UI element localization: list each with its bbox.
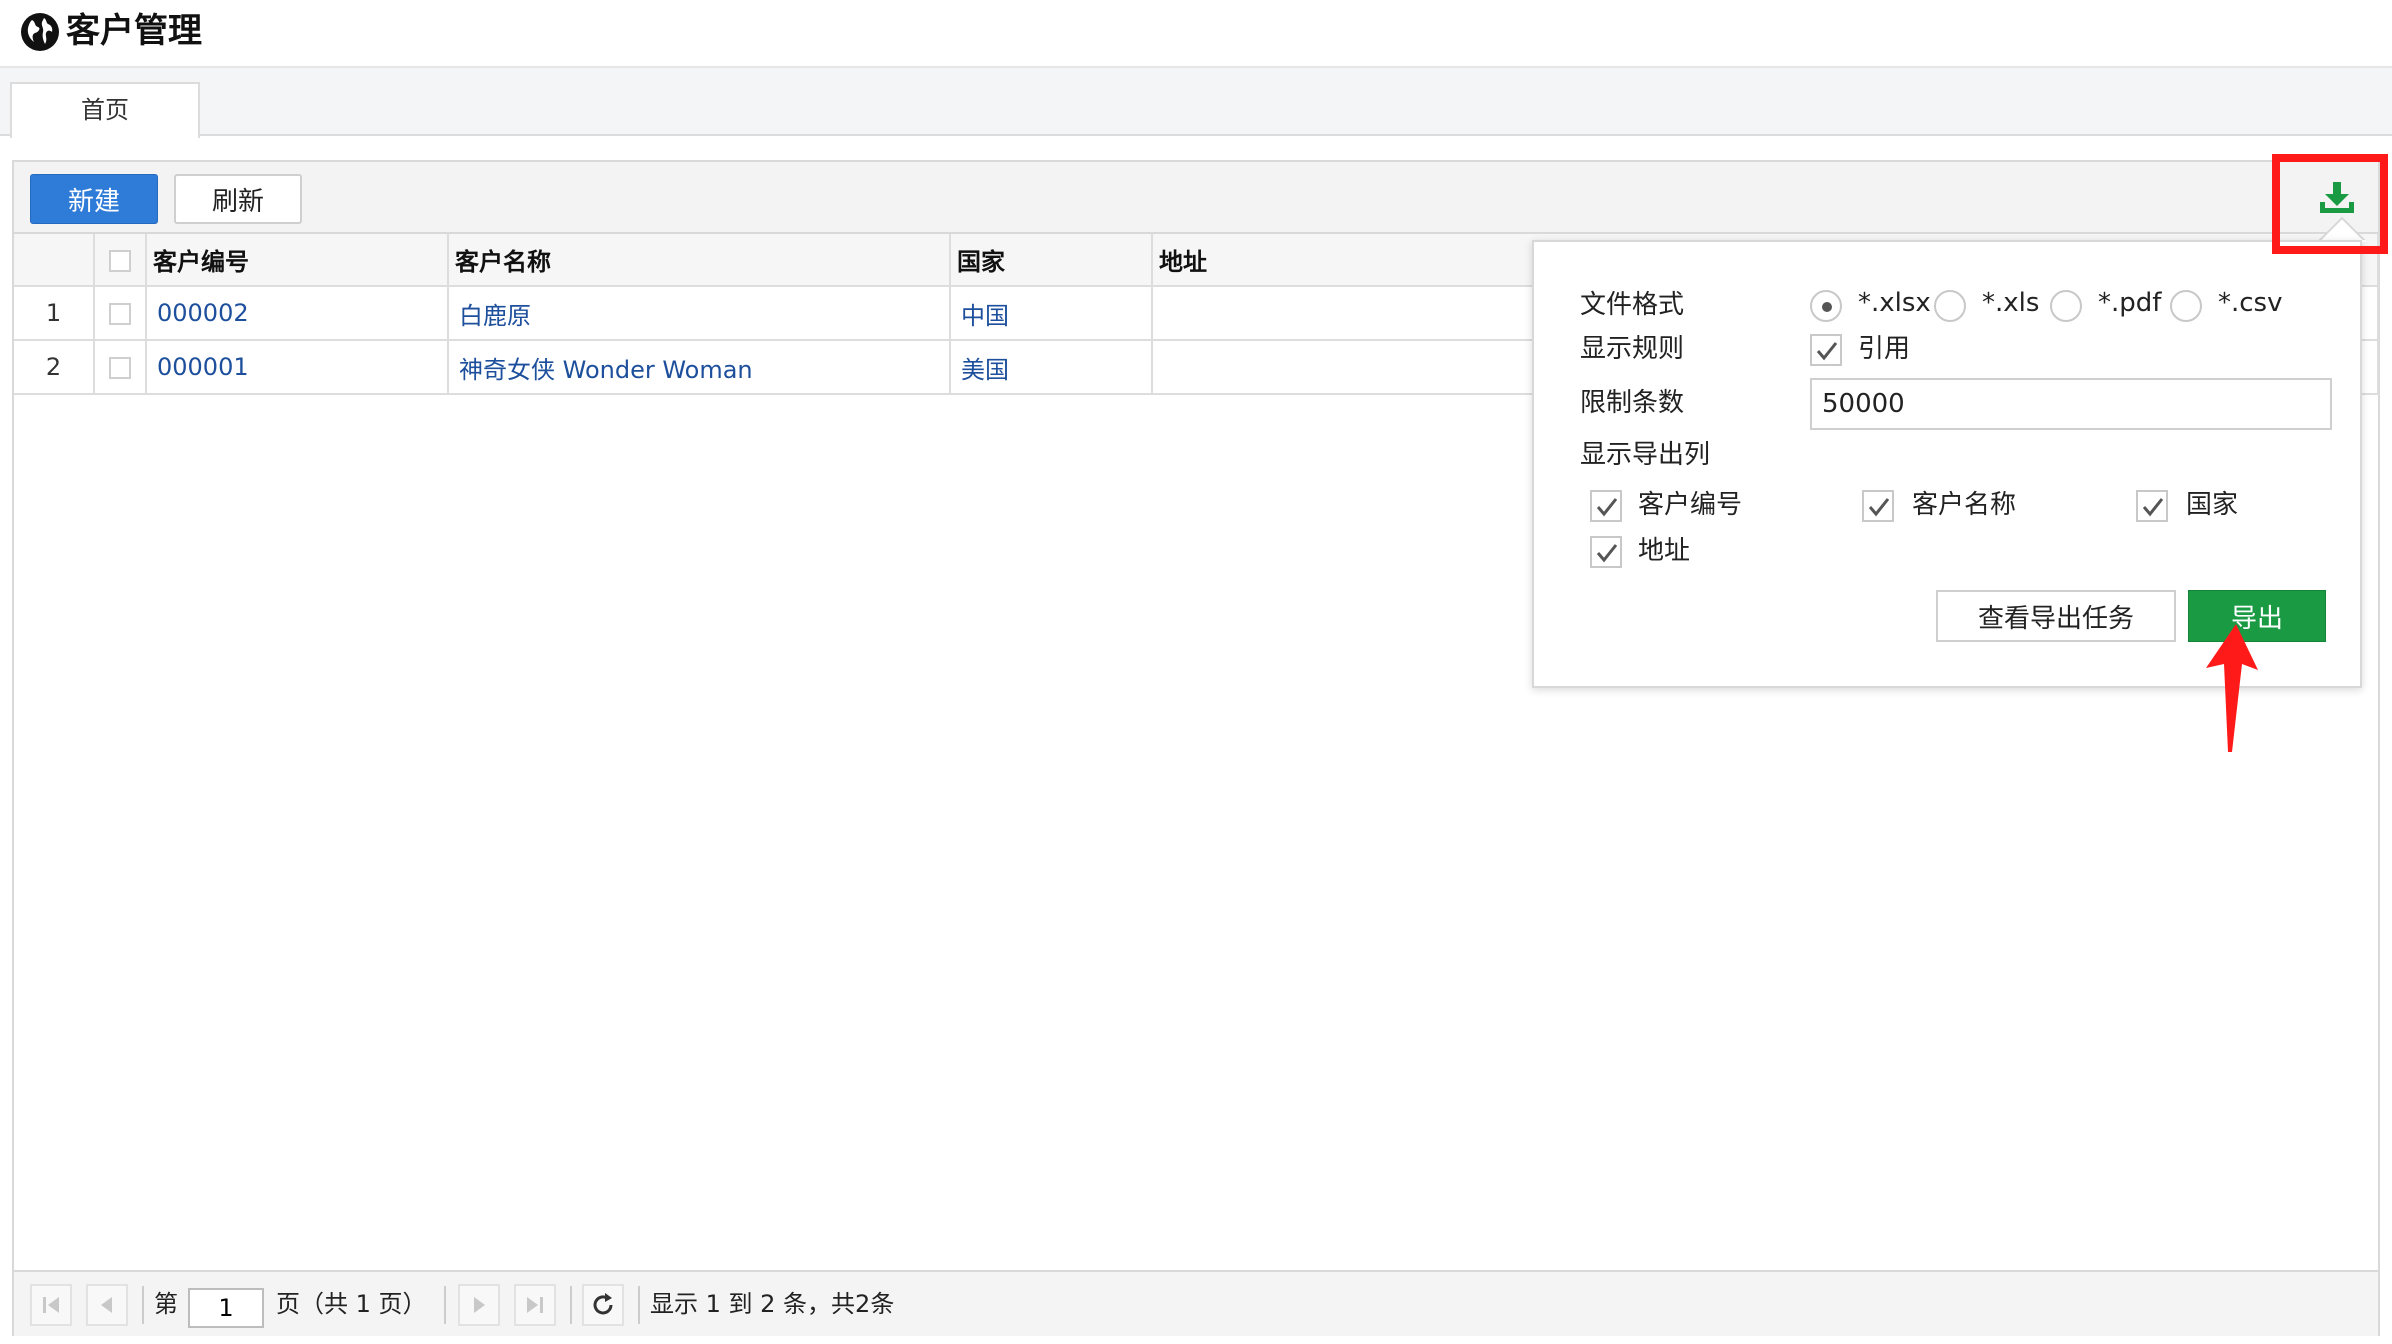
next-page-button[interactable]	[458, 1284, 500, 1326]
format-radio-pdf[interactable]	[2050, 290, 2082, 322]
select-all-checkbox-cell[interactable]	[94, 234, 147, 287]
page-suffix: 页（共 1 页）	[276, 1290, 427, 1318]
export-column-label-name[interactable]: 客户名称	[1912, 488, 2016, 522]
page-number-input[interactable]	[188, 1288, 264, 1328]
checkmark-icon	[1816, 342, 1838, 361]
app-header: 客户管理	[0, 0, 2392, 68]
first-page-button[interactable]	[30, 1284, 72, 1326]
grid-toolbar: 新建 刷新	[14, 162, 2378, 234]
refresh-button[interactable]: 刷新	[174, 174, 302, 224]
cell-name[interactable]: 白鹿原	[448, 286, 951, 341]
column-header-name[interactable]: 客户名称	[448, 234, 951, 287]
rule-reference-checkbox[interactable]	[1810, 334, 1842, 366]
format-label-xlsx[interactable]: *.xlsx	[1858, 286, 1931, 320]
column-header-country[interactable]: 国家	[950, 234, 1153, 287]
export-column-checkbox-address[interactable]	[1590, 536, 1622, 568]
cell-name[interactable]: 神奇女侠 Wonder Woman	[448, 340, 951, 395]
export-column-label-code[interactable]: 客户编号	[1638, 488, 1742, 522]
checkmark-icon	[2142, 498, 2164, 517]
globe-icon	[21, 13, 59, 51]
annotation-arrow	[2206, 624, 2258, 752]
display-rule-label: 显示规则	[1580, 334, 1685, 364]
cell-country[interactable]: 美国	[950, 340, 1153, 395]
row-number: 2	[14, 340, 95, 395]
reload-button[interactable]	[582, 1284, 624, 1326]
checkmark-icon	[1596, 544, 1618, 563]
export-column-label-country[interactable]: 国家	[2186, 488, 2238, 522]
pager-divider	[142, 1286, 144, 1324]
cell-code[interactable]: 000002	[146, 286, 449, 341]
export-column-checkbox-country[interactable]	[2136, 490, 2168, 522]
prev-page-icon	[101, 1297, 112, 1313]
first-page-icon	[43, 1297, 59, 1313]
row-checkbox[interactable]	[109, 357, 131, 379]
tab-bar: 首页	[0, 68, 2392, 138]
view-export-tasks-button[interactable]: 查看导出任务	[1936, 590, 2176, 642]
file-format-label: 文件格式	[1580, 290, 1685, 320]
refresh-icon	[593, 1293, 613, 1315]
row-checkbox-cell[interactable]	[94, 340, 147, 395]
format-radio-xls[interactable]	[1934, 290, 1966, 322]
format-label-csv[interactable]: *.csv	[2218, 286, 2283, 320]
annotation-highlight-box	[2272, 154, 2388, 254]
rule-reference-label[interactable]: 引用	[1858, 332, 1910, 366]
pagination-bar: 第 页（共 1 页） 显示 1 到 2 条，共2条	[14, 1270, 2378, 1336]
next-page-icon	[474, 1297, 485, 1313]
last-page-button[interactable]	[514, 1284, 556, 1326]
select-all-checkbox[interactable]	[109, 249, 131, 272]
row-number-header	[14, 234, 95, 287]
pager-divider	[570, 1286, 572, 1324]
format-radio-csv[interactable]	[2170, 290, 2202, 322]
export-column-label-address[interactable]: 地址	[1638, 534, 1690, 568]
pager-divider	[444, 1286, 446, 1324]
row-checkbox-cell[interactable]	[94, 286, 147, 341]
export-options-panel: 文件格式 *.xlsx *.xls *.pdf *.csv 显示规则 引用 限制…	[1532, 240, 2362, 688]
format-label-pdf[interactable]: *.pdf	[2098, 286, 2161, 320]
checkmark-icon	[1868, 498, 1890, 517]
prev-page-button[interactable]	[86, 1284, 128, 1326]
export-columns-label: 显示导出列	[1580, 440, 1711, 470]
checkmark-icon	[1596, 498, 1618, 517]
cell-country[interactable]: 中国	[950, 286, 1153, 341]
format-radio-xlsx[interactable]	[1810, 290, 1842, 322]
export-column-checkbox-name[interactable]	[1862, 490, 1894, 522]
row-number: 1	[14, 286, 95, 341]
format-label-xls[interactable]: *.xls	[1982, 286, 2039, 320]
page-prefix: 第	[154, 1290, 178, 1318]
column-header-code[interactable]: 客户编号	[146, 234, 449, 287]
tab-home[interactable]: 首页	[10, 82, 200, 138]
last-page-icon	[527, 1297, 543, 1313]
cell-code[interactable]: 000001	[146, 340, 449, 395]
pager-summary: 显示 1 到 2 条，共2条	[650, 1290, 895, 1318]
export-column-checkbox-code[interactable]	[1590, 490, 1622, 522]
row-limit-label: 限制条数	[1580, 388, 1685, 418]
new-button[interactable]: 新建	[30, 174, 158, 224]
page-title: 客户管理	[66, 11, 202, 51]
pager-divider	[638, 1286, 640, 1324]
row-checkbox[interactable]	[109, 303, 131, 325]
row-limit-input[interactable]	[1810, 378, 2332, 430]
